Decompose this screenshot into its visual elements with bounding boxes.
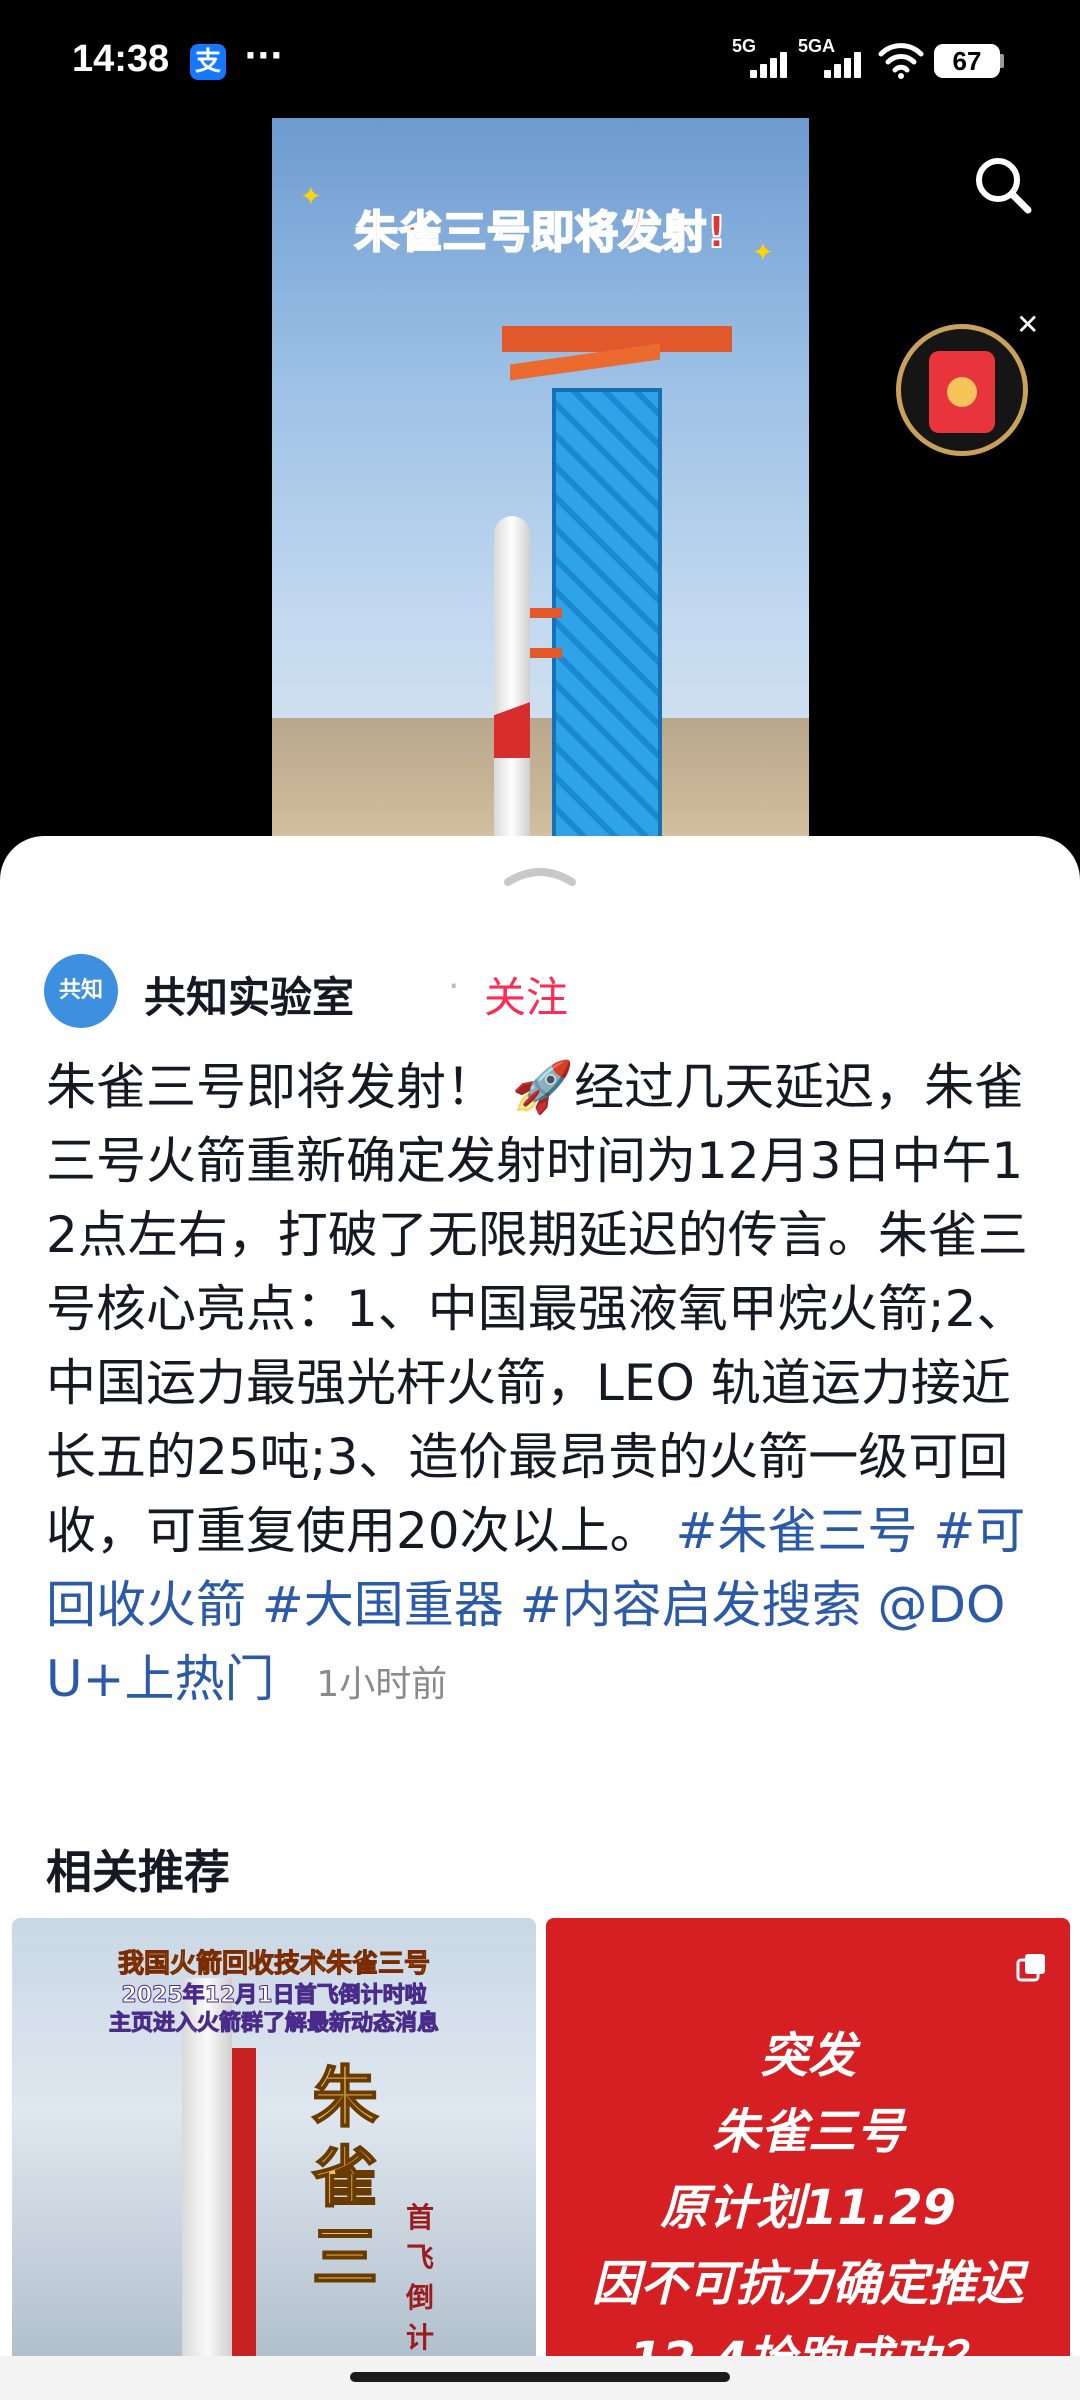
- alipay-icon: 支: [190, 44, 226, 80]
- chevron-up-icon[interactable]: [502, 860, 578, 888]
- battery-icon: 67: [934, 44, 1000, 78]
- red-packet-button[interactable]: [896, 324, 1028, 456]
- post-time: 1小时前: [316, 1664, 448, 1705]
- follow-button[interactable]: 关注: [484, 964, 568, 1025]
- hashtag-link[interactable]: #朱雀三号: [676, 1502, 918, 1560]
- copy-icon: [1016, 1954, 1045, 1982]
- description-sheet: 共知 共知实验室 · 关注 朱雀三号即将发射！ 🚀经过几天延迟，朱雀三号火箭重新…: [0, 836, 1080, 2400]
- related-card[interactable]: 突发 朱雀三号 原计划11.29 因不可抗力确定推迟 12.4抢跑成功？: [546, 1918, 1070, 2400]
- separator-dot: ·: [448, 966, 460, 1007]
- rocket-image: [182, 1978, 232, 2400]
- card-banner-line: 2025年12月1日首飞倒计时啦: [121, 1983, 427, 2009]
- card-text-block: 突发 朱雀三号 原计划11.29 因不可抗力确定推迟 12.4抢跑成功？: [546, 2018, 1070, 2398]
- desert-ground: [272, 718, 809, 848]
- search-icon[interactable]: [968, 150, 1038, 220]
- rocket-stripe: [232, 2048, 256, 2400]
- description-text: 朱雀三号即将发射！ 🚀经过几天延迟，朱雀三号火箭重新确定发射时间为12月3日中午…: [46, 1058, 1028, 1560]
- card-banner-line: 主页进入火箭群了解最新动态消息: [108, 2011, 439, 2037]
- video-player[interactable]: ✦ ✦ 朱雀三号即将发射!: [272, 118, 809, 848]
- red-packet-icon: [929, 351, 995, 433]
- status-time: 14:38: [72, 38, 170, 80]
- card-side-text: 首飞倒计: [406, 2201, 435, 2354]
- home-indicator[interactable]: [350, 2372, 730, 2382]
- crane-beam: [502, 326, 732, 352]
- more-notifications-icon: ···: [244, 36, 283, 76]
- card-line: 原计划11.29: [660, 2180, 956, 2236]
- hashtag-link[interactable]: #大国重器: [262, 1576, 504, 1634]
- card-line: 突发: [759, 2028, 856, 2084]
- card-line: 朱雀三号: [711, 2104, 904, 2160]
- rocket-fin: [494, 678, 530, 758]
- card-big-title: 朱雀三: [311, 2058, 379, 2297]
- launch-tower: [552, 388, 662, 848]
- avatar[interactable]: 共知: [44, 954, 118, 1028]
- card-line: 因不可抗力确定推迟: [591, 2256, 1024, 2312]
- related-title: 相关推荐: [46, 1845, 230, 1899]
- close-icon[interactable]: ✕: [1016, 308, 1039, 341]
- status-bar: 14:38 支 ··· 5G 5GA 67: [0, 0, 1080, 120]
- author-name[interactable]: 共知实验室: [144, 964, 354, 1025]
- red-packet-seal: [947, 377, 977, 407]
- card-banner-line: 我国火箭回收技术朱雀三号: [117, 1949, 430, 1980]
- hashtag-link[interactable]: #内容启发搜索: [520, 1576, 862, 1634]
- author-row: 共知 共知实验室 · 关注: [44, 952, 1044, 1032]
- battery-cap: [1000, 54, 1004, 68]
- post-description: 朱雀三号即将发射！ 🚀经过几天延迟，朱雀三号火箭重新确定发射时间为12月3日中午…: [46, 1050, 1041, 1722]
- related-card[interactable]: 我国火箭回收技术朱雀三号 2025年12月1日首飞倒计时啦 主页进入火箭群了解最…: [12, 1918, 536, 2400]
- wifi-icon: [878, 43, 924, 79]
- video-headline: 朱雀三号即将发射!: [353, 206, 727, 259]
